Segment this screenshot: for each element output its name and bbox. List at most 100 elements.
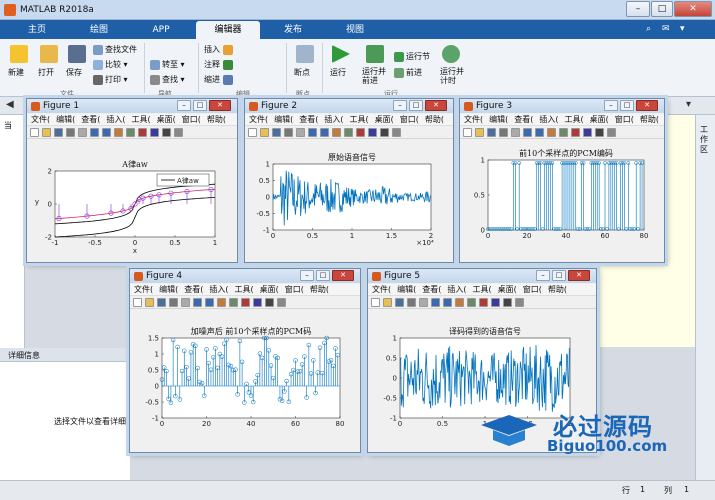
legend-icon[interactable] xyxy=(607,128,616,137)
run-section-button[interactable]: 运行节 xyxy=(394,51,430,62)
maximize-button[interactable]: □ xyxy=(651,1,673,17)
data-cursor-icon[interactable] xyxy=(138,128,147,137)
pan-hand-icon[interactable] xyxy=(547,128,556,137)
pan-hand-icon[interactable] xyxy=(217,298,226,307)
pointer-icon[interactable] xyxy=(78,128,87,137)
compare-button[interactable]: 比较 ▾ xyxy=(93,59,128,70)
minimize-button[interactable]: – xyxy=(300,270,314,281)
new-figure-icon[interactable] xyxy=(371,298,380,307)
colorbar-icon[interactable] xyxy=(595,128,604,137)
rotate-icon[interactable] xyxy=(467,298,476,307)
figure-title-bar[interactable]: Figure 5 – □ ✕ xyxy=(368,269,596,283)
close-button[interactable]: ✕ xyxy=(674,1,712,17)
menu-item[interactable]: 编辑( xyxy=(397,284,416,295)
menu-item[interactable]: 查看( xyxy=(184,284,203,295)
rotate-icon[interactable] xyxy=(126,128,135,137)
new-figure-icon[interactable] xyxy=(463,128,472,137)
breakpoints-button[interactable]: 断点 xyxy=(294,67,310,78)
print-figure-icon[interactable] xyxy=(66,128,75,137)
menu-item[interactable]: 文件( xyxy=(372,284,391,295)
print-figure-icon[interactable] xyxy=(169,298,178,307)
menu-item[interactable]: 查看( xyxy=(422,284,441,295)
legend-icon[interactable] xyxy=(277,298,286,307)
menu-item[interactable]: 查看( xyxy=(514,114,533,125)
new-figure-icon[interactable] xyxy=(248,128,257,137)
minimize-button[interactable]: – xyxy=(393,100,407,111)
menu-item[interactable]: 工具( xyxy=(132,114,151,125)
figure-title-bar[interactable]: Figure 2 – □ ✕ xyxy=(245,99,453,113)
zoom-in-icon[interactable] xyxy=(523,128,532,137)
legend-icon[interactable] xyxy=(515,298,524,307)
print-figure-icon[interactable] xyxy=(407,298,416,307)
zoom-out-icon[interactable] xyxy=(102,128,111,137)
tab-editor[interactable]: 编辑器 xyxy=(196,21,260,39)
pointer-icon[interactable] xyxy=(419,298,428,307)
save-figure-icon[interactable] xyxy=(395,298,404,307)
brush-icon[interactable] xyxy=(368,128,377,137)
run-advance-button[interactable]: 运行并 前进 xyxy=(362,67,386,85)
new-figure-icon[interactable] xyxy=(133,298,142,307)
colorbar-icon[interactable] xyxy=(503,298,512,307)
zoom-out-icon[interactable] xyxy=(443,298,452,307)
workspace-panel[interactable]: 工作区 xyxy=(695,115,715,500)
menu-item[interactable]: 窗口( xyxy=(182,114,201,125)
new-button[interactable]: 新建 xyxy=(8,67,24,78)
menu-item[interactable]: 帮助( xyxy=(640,114,659,125)
colorbar-icon[interactable] xyxy=(380,128,389,137)
back-icon[interactable]: ◀ xyxy=(6,99,14,110)
zoom-out-icon[interactable] xyxy=(320,128,329,137)
brush-icon[interactable] xyxy=(253,298,262,307)
rotate-icon[interactable] xyxy=(344,128,353,137)
brush-icon[interactable] xyxy=(491,298,500,307)
menu-item[interactable]: 桌面( xyxy=(375,114,394,125)
maximize-button[interactable]: □ xyxy=(316,270,330,281)
menu-item[interactable]: 文件( xyxy=(31,114,50,125)
close-button[interactable]: ✕ xyxy=(332,270,354,281)
tab-plots[interactable]: 绘图 xyxy=(68,21,130,39)
pan-hand-icon[interactable] xyxy=(455,298,464,307)
rotate-icon[interactable] xyxy=(559,128,568,137)
figure-title-bar[interactable]: Figure 1 – □ ✕ xyxy=(27,99,237,113)
data-cursor-icon[interactable] xyxy=(479,298,488,307)
menu-item[interactable]: 帮助( xyxy=(207,114,226,125)
maximize-button[interactable]: □ xyxy=(193,100,207,111)
tab-view[interactable]: 视图 xyxy=(324,21,386,39)
zoom-out-icon[interactable] xyxy=(535,128,544,137)
legend-icon[interactable] xyxy=(174,128,183,137)
figure-4-window[interactable]: Figure 4 – □ ✕ 文件(编辑(查看(插入(工具(桌面(窗口(帮助( … xyxy=(129,268,361,453)
figure-3-window[interactable]: Figure 3 – □ ✕ 文件(编辑(查看(插入(工具(桌面(窗口(帮助( … xyxy=(459,98,665,263)
advance-button[interactable]: 前进 xyxy=(394,67,422,78)
new-figure-icon[interactable] xyxy=(30,128,39,137)
menu-item[interactable]: 窗口( xyxy=(523,284,542,295)
pointer-icon[interactable] xyxy=(296,128,305,137)
search-icon[interactable]: ⌕ xyxy=(646,24,651,34)
maximize-button[interactable]: □ xyxy=(620,100,634,111)
menu-item[interactable]: 编辑( xyxy=(159,284,178,295)
menu-item[interactable]: 插入( xyxy=(106,114,125,125)
save-figure-icon[interactable] xyxy=(54,128,63,137)
minimize-button[interactable]: – xyxy=(177,100,191,111)
close-button[interactable]: ✕ xyxy=(568,270,590,281)
print-button[interactable]: 打印 ▾ xyxy=(93,74,128,85)
open-file-icon[interactable] xyxy=(145,298,154,307)
save-button[interactable]: 保存 xyxy=(66,67,82,78)
pan-hand-icon[interactable] xyxy=(114,128,123,137)
open-file-icon[interactable] xyxy=(42,128,51,137)
menu-item[interactable]: 文件( xyxy=(464,114,483,125)
find-button[interactable]: 查找 ▾ xyxy=(150,74,185,85)
data-cursor-icon[interactable] xyxy=(356,128,365,137)
menu-item[interactable]: 插入( xyxy=(447,284,466,295)
save-figure-icon[interactable] xyxy=(157,298,166,307)
run-and-time-button[interactable]: 运行并 计时 xyxy=(440,67,464,85)
find-files-button[interactable]: 查找文件 xyxy=(93,44,137,55)
figure-1-window[interactable]: Figure 1 – □ ✕ 文件(编辑(查看(插入(工具(桌面(窗口(帮助( … xyxy=(26,98,238,263)
save-figure-icon[interactable] xyxy=(487,128,496,137)
tab-apps[interactable]: APP xyxy=(130,21,192,39)
zoom-in-icon[interactable] xyxy=(431,298,440,307)
pointer-icon[interactable] xyxy=(181,298,190,307)
menu-item[interactable]: 桌面( xyxy=(157,114,176,125)
data-cursor-icon[interactable] xyxy=(571,128,580,137)
brush-icon[interactable] xyxy=(150,128,159,137)
figure-2-window[interactable]: Figure 2 – □ ✕ 文件(编辑(查看(插入(工具(桌面(窗口(帮助( … xyxy=(244,98,454,263)
chevron-down-icon[interactable]: ▾ xyxy=(680,24,685,34)
